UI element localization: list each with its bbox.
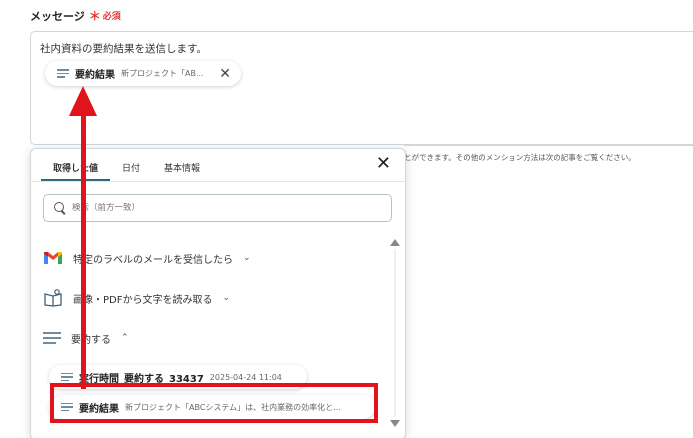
section-summarize-label: 要約する — [71, 334, 111, 346]
section-gmail[interactable]: 特定のラベルのメールを受信したら ⌄ — [43, 246, 251, 270]
field-label: メッセージ ＊ 必須 — [30, 7, 121, 24]
search-field[interactable] — [43, 194, 392, 222]
highlight-box — [50, 383, 378, 423]
arrow-up-icon — [69, 86, 97, 116]
field-label-text: メッセージ — [30, 9, 85, 23]
close-icon[interactable]: ✕ — [376, 155, 391, 173]
chevron-down-icon: ⌄ — [222, 293, 231, 303]
message-variable-chip[interactable]: 要約結果 新プロジェクト「AB... ✕ — [45, 61, 241, 86]
message-text: 社内資料の要約結果を送信します。 — [40, 43, 207, 55]
lines-icon — [57, 69, 69, 78]
arrow-shaft — [81, 112, 86, 389]
message-bottom-border — [404, 145, 693, 146]
required-badge: ＊ 必須 — [89, 7, 121, 24]
section-gmail-label: 特定のラベルのメールを受信したら — [73, 254, 233, 266]
lines-icon — [61, 372, 73, 382]
chevron-up-icon: ⌃ — [121, 333, 129, 343]
required-star: ＊ — [88, 9, 101, 23]
tabs-divider — [31, 181, 405, 182]
required-text: 必須 — [102, 12, 121, 22]
tab-acquired-values[interactable]: 取得した値 — [41, 157, 111, 181]
tab-basic-info[interactable]: 基本情報 — [152, 157, 212, 181]
scroll-track[interactable] — [394, 249, 396, 417]
chip-value: 新プロジェクト「AB... — [121, 69, 204, 78]
search-input[interactable] — [72, 203, 352, 213]
message-input[interactable]: 社内資料の要約結果を送信します。 — [30, 31, 693, 145]
scroll-down-icon[interactable] — [390, 420, 400, 427]
book-icon — [43, 289, 63, 307]
chip-close-icon[interactable]: ✕ — [219, 67, 231, 81]
chip-name: 要約結果 — [75, 70, 115, 81]
tab-date[interactable]: 日付 — [110, 157, 152, 181]
search-icon — [54, 202, 66, 214]
help-text: とができます。その他のメンション方法は次の記事をご覧ください。 — [404, 153, 636, 162]
chevron-down-icon: ⌄ — [243, 253, 251, 263]
scroll-up-icon[interactable] — [390, 239, 400, 246]
lines-icon — [43, 332, 61, 344]
section-ocr[interactable]: 画像・PDFから文字を読み取る ⌄ — [43, 286, 230, 310]
section-ocr-label: 画像・PDFから文字を読み取る — [73, 294, 213, 306]
item-value: 2025-04-24 11:04 — [209, 372, 282, 382]
gmail-icon — [43, 251, 63, 265]
tabs: 取得した値 日付 基本情報 — [41, 157, 212, 181]
